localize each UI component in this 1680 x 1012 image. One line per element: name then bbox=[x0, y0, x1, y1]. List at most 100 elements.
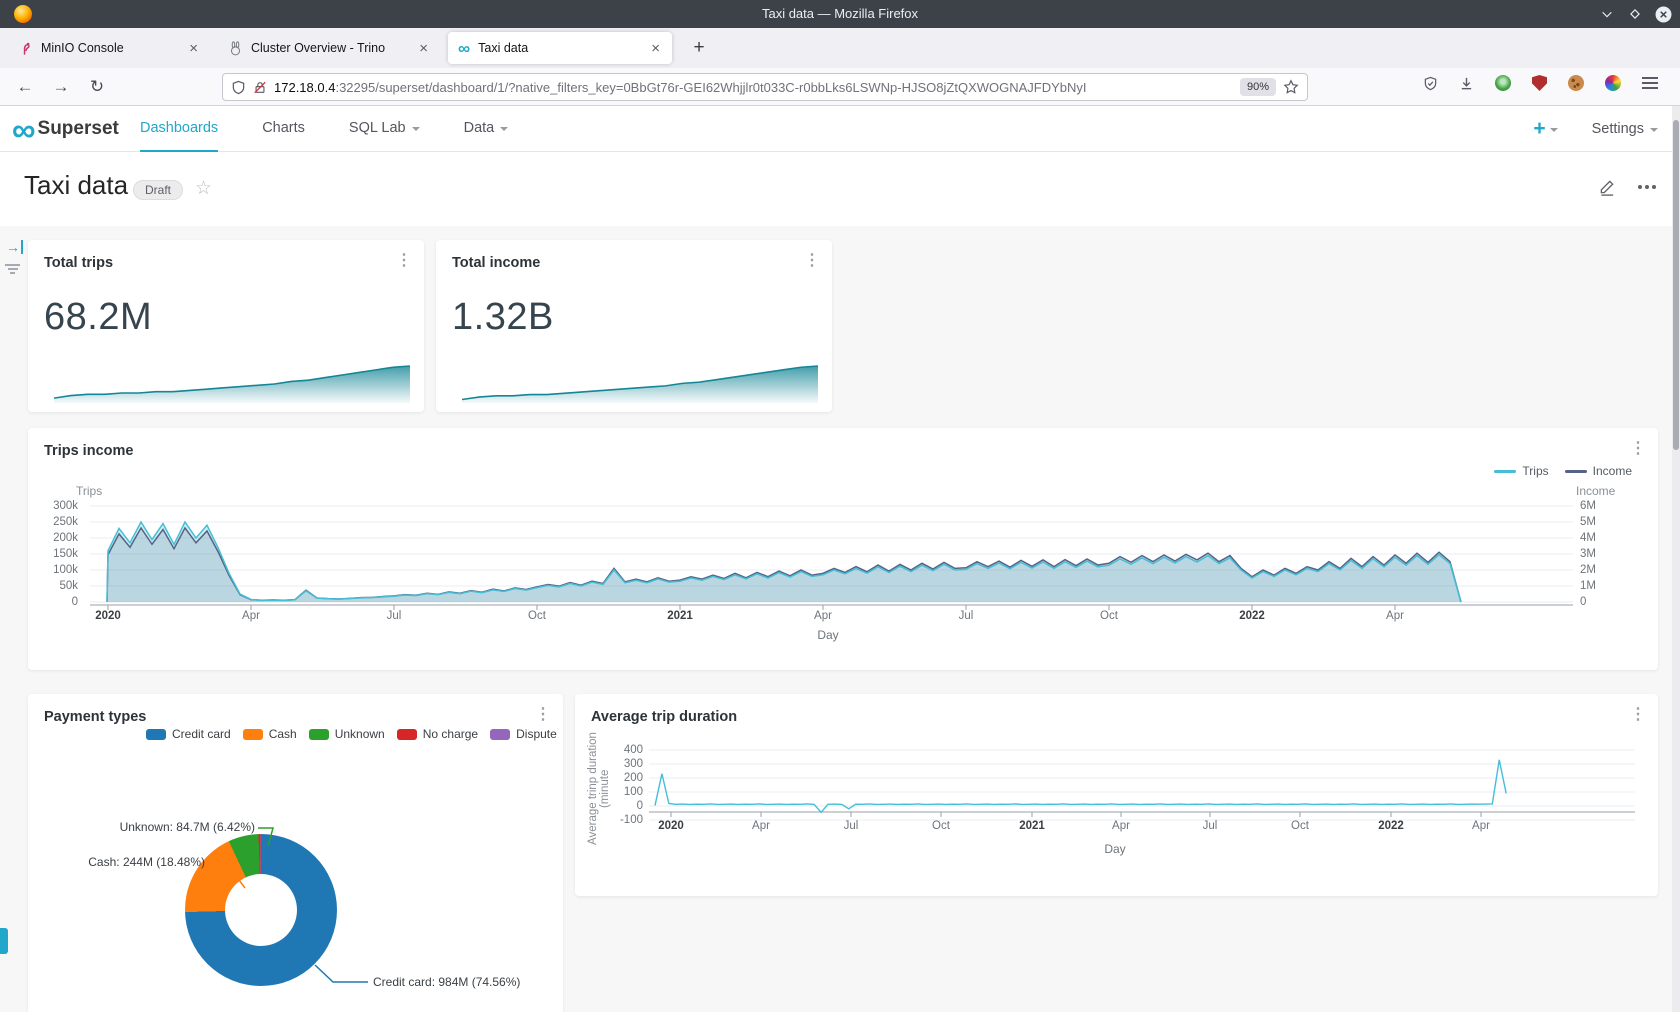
superset-navbar: ∞ Superset Dashboards Charts SQL Lab Dat… bbox=[0, 106, 1680, 152]
x-tick: Jul bbox=[1203, 820, 1218, 832]
window-titlebar: Taxi data — Mozilla Firefox bbox=[0, 0, 1680, 28]
y-tick: 200 bbox=[601, 771, 643, 785]
y-tick-left: 150k bbox=[28, 547, 78, 561]
trips-income-chart[interactable] bbox=[28, 428, 1658, 670]
legend-item[interactable]: Unknown bbox=[309, 727, 385, 741]
window-close-icon[interactable] bbox=[1654, 5, 1672, 23]
nav-charts[interactable]: Charts bbox=[262, 106, 305, 152]
card-avg-trip-duration: Average trip duration ⋮ Average trinp du… bbox=[575, 694, 1658, 896]
y-tick-left: 50k bbox=[28, 579, 78, 593]
tab-close-icon[interactable]: × bbox=[187, 41, 200, 56]
page-title: Taxi data bbox=[24, 170, 128, 201]
insecure-lock-icon[interactable] bbox=[253, 80, 267, 95]
tab-label: Cluster Overview - Trino bbox=[251, 41, 409, 55]
tab-close-icon[interactable]: × bbox=[417, 41, 430, 56]
url-bar[interactable]: 172.18.0.4:32295/superset/dashboard/1/?n… bbox=[222, 73, 1308, 101]
window-maximize-icon[interactable] bbox=[1626, 5, 1644, 23]
x-axis-label: Day bbox=[1104, 842, 1125, 856]
nav-dashboards[interactable]: Dashboards bbox=[140, 106, 218, 152]
filter-icon[interactable] bbox=[5, 264, 20, 275]
edit-pencil-icon[interactable] bbox=[1598, 178, 1616, 196]
url-text[interactable]: 172.18.0.4:32295/superset/dashboard/1/?n… bbox=[274, 80, 1233, 95]
card-total-trips: Total trips ⋮ 68.2M bbox=[28, 240, 424, 412]
legend-item[interactable]: Cash bbox=[243, 727, 297, 741]
x-tick: Oct bbox=[528, 610, 546, 622]
callout-unknown: Unknown: 84.7M (6.42%) bbox=[55, 820, 255, 834]
permissions-shield-icon[interactable] bbox=[1423, 76, 1438, 91]
expand-filter-bar-icon[interactable]: → bbox=[6, 240, 23, 254]
superset-brand-name: Superset bbox=[38, 118, 119, 140]
legend-label: Unknown bbox=[335, 727, 385, 741]
y-tick-left: 100k bbox=[28, 563, 78, 577]
legend-label: Credit card bbox=[172, 727, 231, 741]
kebab-menu-icon[interactable]: ⋮ bbox=[396, 253, 412, 269]
donut-hole bbox=[225, 874, 297, 946]
x-tick: Apr bbox=[1472, 820, 1490, 832]
scrollbar-thumb[interactable] bbox=[1673, 120, 1679, 450]
legend-label: Dispute bbox=[516, 727, 557, 741]
tracking-protection-shield-icon[interactable] bbox=[231, 80, 246, 95]
card-trips-income: Trips income ⋮ TripsIncome Trips Income … bbox=[28, 428, 1658, 670]
dashboard-header: Taxi data Draft ☆ bbox=[0, 152, 1680, 226]
superset-brand[interactable]: ∞ Superset bbox=[12, 106, 119, 152]
nav-data[interactable]: Data bbox=[464, 106, 509, 152]
legend-label: Cash bbox=[269, 727, 297, 741]
bookmark-star-icon[interactable] bbox=[1283, 79, 1299, 95]
y-tick: 0 bbox=[601, 799, 643, 813]
kebab-menu-icon[interactable]: ⋮ bbox=[804, 253, 820, 269]
filter-bar-handle[interactable] bbox=[0, 928, 8, 954]
x-tick: Jul bbox=[959, 610, 974, 622]
x-tick: 2021 bbox=[1019, 820, 1045, 832]
x-tick: Apr bbox=[242, 610, 260, 622]
nav-sql-lab[interactable]: SQL Lab bbox=[349, 106, 420, 152]
colorful-extension-icon[interactable] bbox=[1605, 75, 1621, 91]
avg-duration-chart[interactable] bbox=[575, 694, 1658, 896]
y-tick-left: 300k bbox=[28, 499, 78, 513]
scrollbar[interactable] bbox=[1672, 106, 1680, 1012]
zoom-level-badge[interactable]: 90% bbox=[1240, 78, 1276, 96]
add-new-button[interactable]: + bbox=[1533, 117, 1557, 141]
tab-close-icon[interactable]: × bbox=[649, 41, 662, 56]
window-minimize-icon[interactable] bbox=[1598, 5, 1616, 23]
card-payment-types: Payment types ⋮ Credit card Cash Unknown No… bbox=[28, 694, 563, 1012]
x-tick: Apr bbox=[752, 820, 770, 832]
dashboard-content: → Total trips ⋮ 68.2M Total income ⋮ 1.3… bbox=[0, 226, 1680, 1012]
chevron-down-icon bbox=[1650, 128, 1658, 132]
window-title: Taxi data — Mozilla Firefox bbox=[0, 0, 1680, 28]
chevron-down-icon bbox=[412, 127, 420, 131]
tab-minio-console[interactable]: MinIO Console × bbox=[8, 32, 210, 64]
forward-button[interactable]: → bbox=[48, 75, 74, 99]
sparkline-chart bbox=[54, 358, 410, 404]
legend-item[interactable]: Credit card bbox=[146, 727, 231, 741]
tab-label: MinIO Console bbox=[41, 41, 179, 55]
tab-trino-cluster[interactable]: Cluster Overview - Trino × bbox=[218, 32, 440, 64]
card-title: Payment types bbox=[44, 709, 146, 725]
y-tick: 100 bbox=[601, 785, 643, 799]
y-tick-left: 250k bbox=[28, 515, 78, 529]
url-host: 172.18.0.4 bbox=[274, 80, 335, 95]
tab-label: Taxi data bbox=[478, 41, 641, 55]
settings-menu[interactable]: Settings bbox=[1592, 121, 1658, 137]
more-actions-icon[interactable] bbox=[1638, 185, 1656, 189]
legend-item[interactable]: Dispute bbox=[490, 727, 557, 741]
card-title: Total trips bbox=[44, 255, 113, 271]
status-badge: Draft bbox=[133, 180, 183, 200]
reload-button[interactable]: ↻ bbox=[84, 75, 110, 99]
tab-taxi-data[interactable]: ∞ Taxi data × bbox=[448, 32, 672, 64]
favorite-star-icon[interactable]: ☆ bbox=[195, 177, 212, 200]
legend-item[interactable]: No charge bbox=[397, 727, 478, 741]
back-button[interactable]: ← bbox=[12, 75, 38, 99]
y-tick-right: 2M bbox=[1580, 563, 1596, 577]
cookie-extension-icon[interactable] bbox=[1568, 75, 1584, 91]
x-tick: Oct bbox=[1291, 820, 1309, 832]
callout-credit-card: Credit card: 984M (74.56%) bbox=[373, 975, 520, 989]
new-tab-button[interactable]: + bbox=[686, 36, 712, 62]
menu-hamburger-icon[interactable] bbox=[1642, 77, 1658, 89]
downloads-icon[interactable] bbox=[1459, 76, 1474, 91]
browser-toolbar: ← → ↻ 172.18.0.4:32295/superset/dashboar… bbox=[0, 68, 1680, 106]
kebab-menu-icon[interactable]: ⋮ bbox=[535, 707, 551, 723]
privacy-badger-icon[interactable] bbox=[1495, 75, 1511, 91]
x-tick: 2022 bbox=[1378, 820, 1404, 832]
superset-favicon: ∞ bbox=[458, 40, 470, 57]
ublock-origin-icon[interactable] bbox=[1532, 75, 1547, 91]
